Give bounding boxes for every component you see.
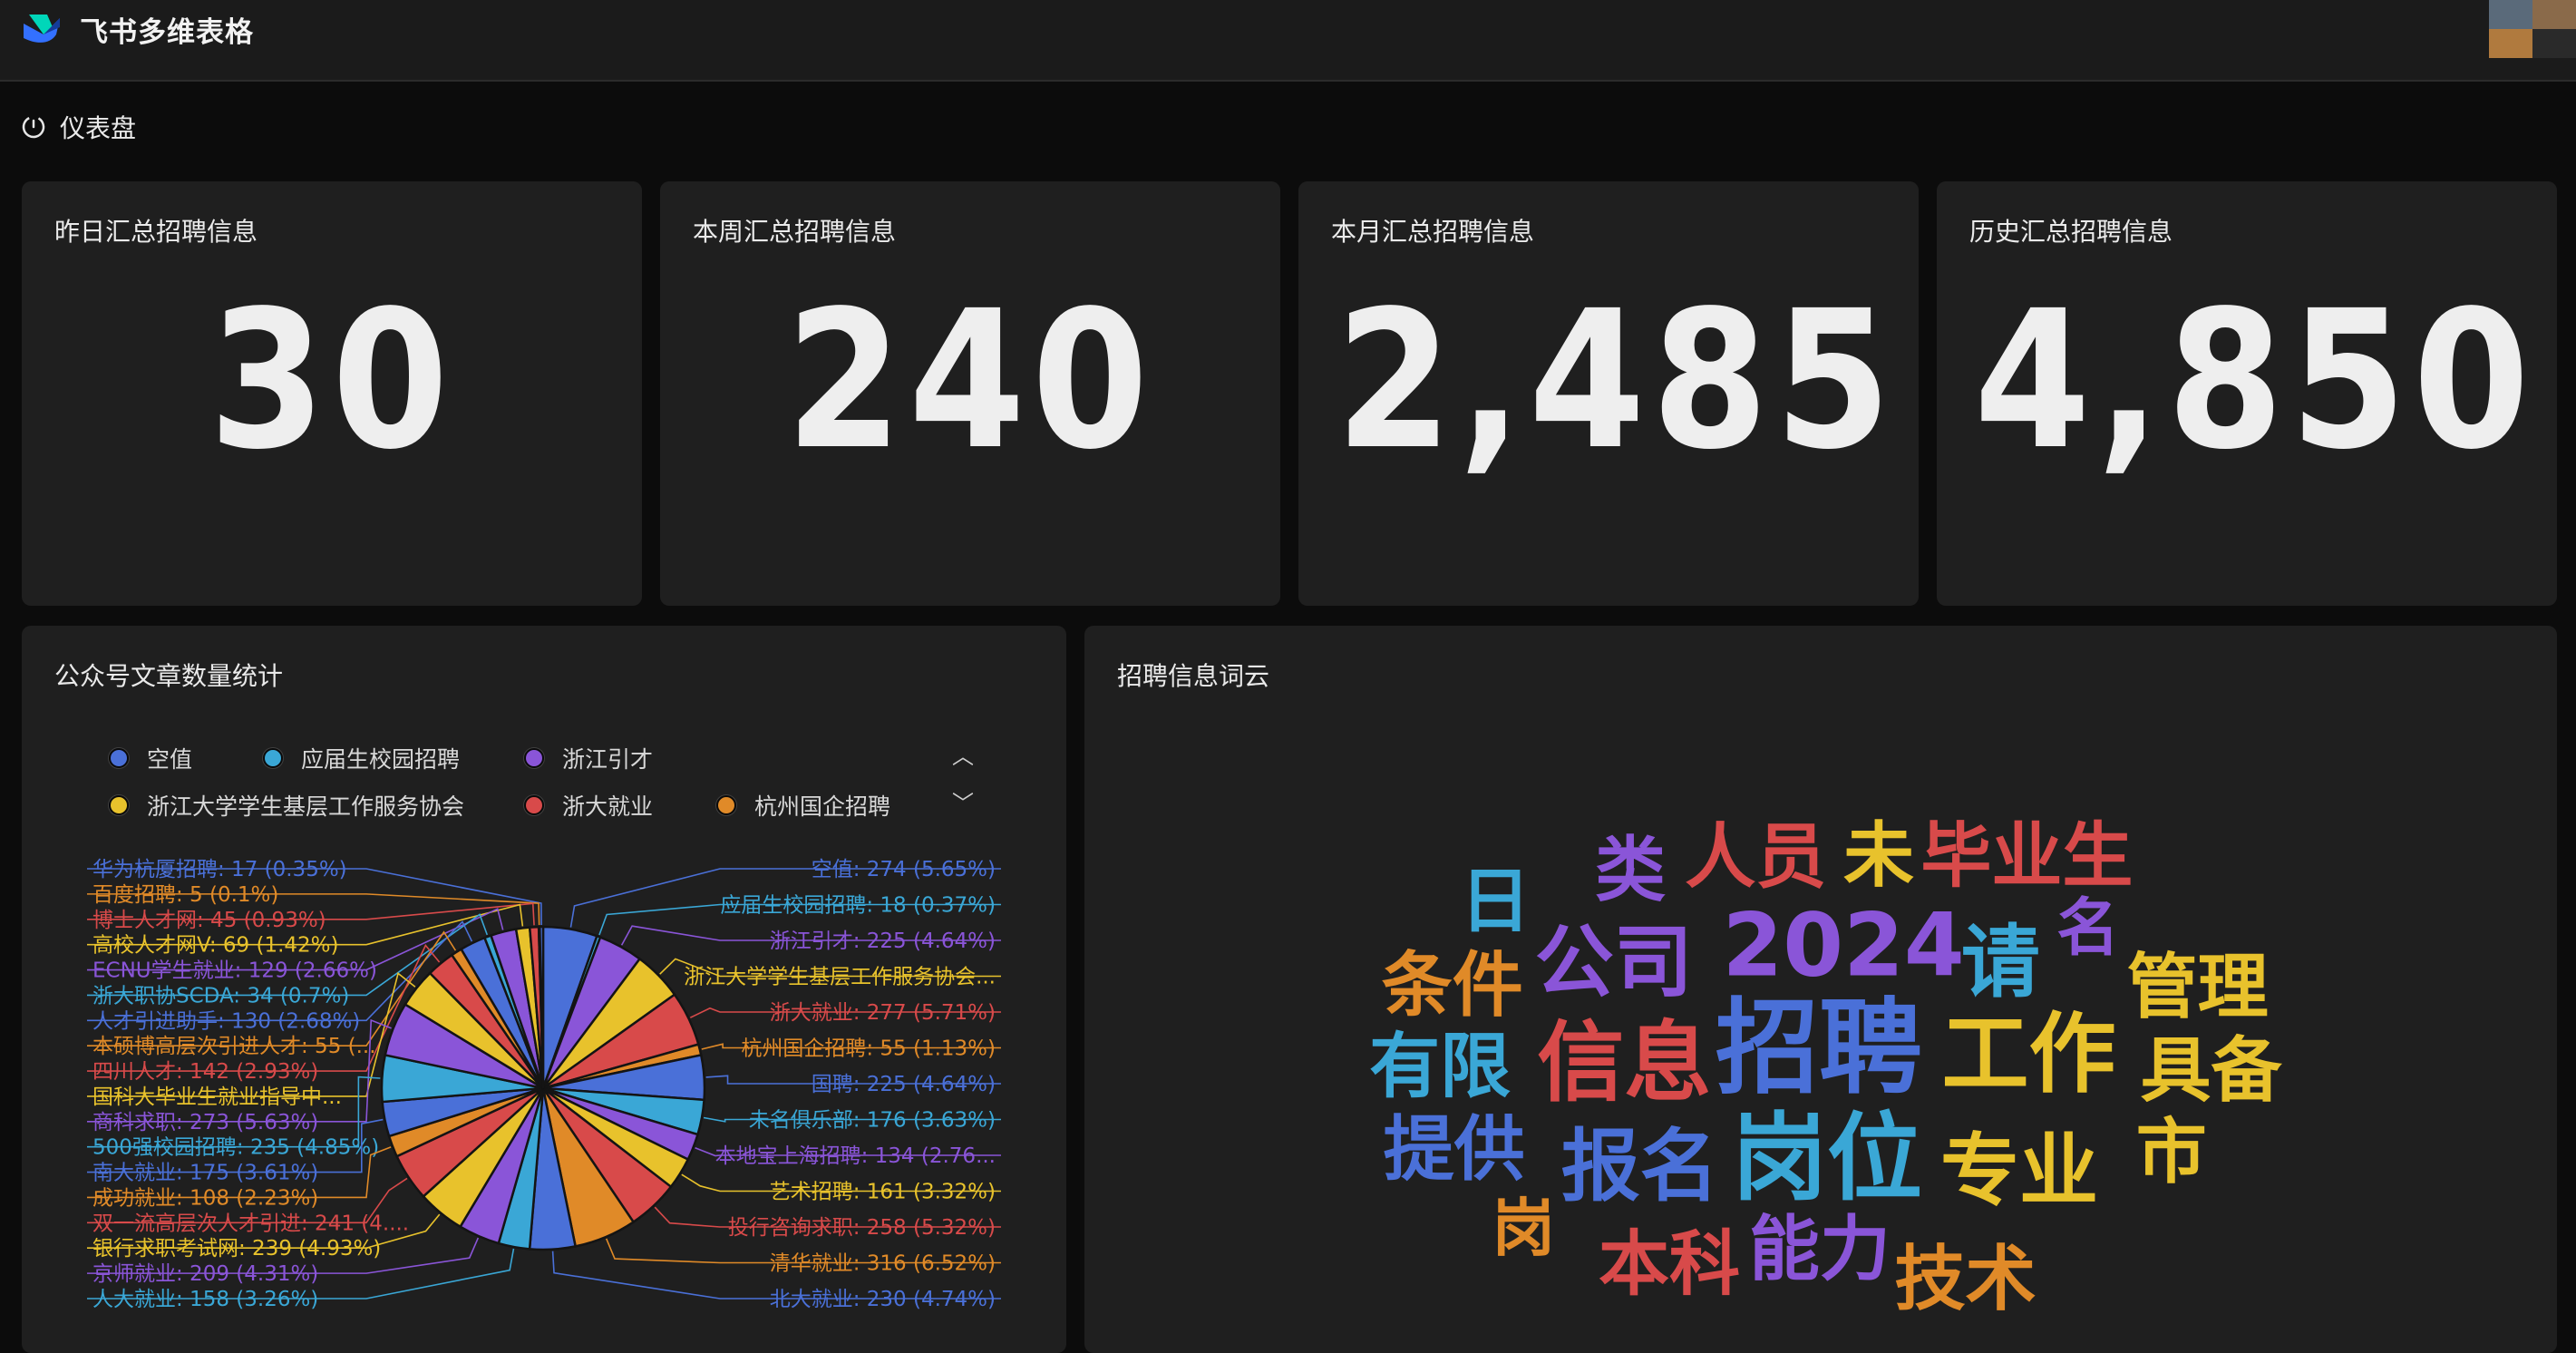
metric-value: 240	[785, 269, 1155, 492]
dashboard-gauge-icon	[22, 115, 45, 139]
pie-chart: 空值: 274 (5.65%) 应届生校园招聘: 18 (0.37%) 浙江引才: …	[87, 858, 1001, 1311]
pie-data-label: 应届生校园招聘: 18 (0.37%)	[720, 894, 996, 918]
metric-card-week[interactable]: 本周汇总招聘信息 240	[660, 181, 1280, 606]
pie-data-label: 浙大职协SCDA: 34 (0.7%)	[92, 984, 349, 1007]
pie-data-label: 本地宝上海招聘: 134 (2.76...	[715, 1144, 996, 1168]
pie-data-label: 百度招聘: 5 (0.1%)	[92, 883, 278, 907]
metric-label: 昨日汇总招聘信息	[54, 217, 258, 247]
word-cloud-word: 条件	[1382, 945, 1523, 1027]
word-cloud-word: 未	[1843, 815, 1914, 897]
word-cloud-word: 信息	[1537, 1012, 1711, 1114]
pie-data-label: 成功就业: 108 (2.23%)	[92, 1186, 318, 1210]
word-cloud-word: 类	[1595, 830, 1666, 911]
word-cloud-word: 日	[1460, 861, 1531, 943]
pie-data-label: 北大就业: 230 (4.74%)	[770, 1288, 996, 1311]
word-cloud-word: 本科	[1599, 1223, 1740, 1305]
pie-data-label: ECNU学生就业: 129 (2.66%)	[92, 959, 377, 983]
pie-data-label: 杭州国企招聘: 55 (1.13%)	[741, 1037, 996, 1061]
pie-data-label: 商科求职: 273 (5.63%)	[92, 1111, 318, 1134]
avatar[interactable]	[2489, 0, 2576, 58]
pie-data-label: 博士人才网: 45 (0.93%)	[92, 909, 326, 932]
word-cloud-word: 能力	[1749, 1209, 1891, 1290]
pie-data-label: 四川人才: 142 (2.93%)	[92, 1060, 318, 1084]
word-cloud-word: 招聘	[1716, 988, 1922, 1108]
word-cloud-word: 2024	[1722, 895, 1964, 997]
metric-value: 30	[209, 269, 455, 492]
app-title: 飞书多维表格	[80, 16, 254, 49]
pie-data-label: 高校人才网V: 69 (1.42%)	[92, 934, 339, 958]
pie-data-label: 双一流高层次人才引进: 241 (4....	[92, 1212, 409, 1235]
pie-data-label: 未名俱乐部: 176 (3.63%)	[749, 1109, 996, 1133]
word-cloud-word: 毕业生	[1920, 816, 2133, 898]
pie-data-label: 国聘: 225 (4.64%)	[812, 1073, 996, 1096]
pie-data-label: 艺术招聘: 161 (3.32%)	[770, 1181, 996, 1204]
metric-value: 4,850	[1974, 269, 2536, 492]
metric-label: 本周汇总招聘信息	[693, 217, 897, 247]
pie-data-label: 华为杭厦招聘: 17 (0.35%)	[92, 858, 347, 881]
pie-data-label: 国科大毕业生就业指导中...	[92, 1085, 342, 1109]
pie-data-label: 人大就业: 158 (3.26%)	[92, 1288, 318, 1311]
metric-label: 本月汇总招聘信息	[1331, 217, 1535, 247]
word-cloud-word: 工作	[1942, 1004, 2116, 1105]
metric-label: 历史汇总招聘信息	[1969, 217, 2173, 247]
word-cloud-word: 请	[1961, 916, 2040, 1008]
metric-card-yesterday[interactable]: 昨日汇总招聘信息 30	[22, 181, 642, 606]
pie-data-label: 空值: 274 (5.65%)	[812, 858, 996, 881]
top-bar: 飞书多维表格	[0, 0, 2576, 82]
metric-value: 2,485	[1336, 269, 1898, 492]
word-cloud-word: 人员	[1685, 817, 1826, 899]
pie-data-label: 浙大就业: 277 (5.71%)	[770, 1001, 996, 1025]
word-cloud-word: 具备	[2140, 1030, 2282, 1112]
pie-data-label: 清华就业: 316 (6.52%)	[770, 1252, 996, 1276]
word-cloud-word: 专业	[1940, 1124, 2098, 1217]
feishu-logo-icon	[24, 15, 60, 43]
pie-data-label: 本硕博高层次引进人才: 55 (...	[92, 1035, 376, 1058]
pie-data-label: 京师就业: 209 (4.31%)	[92, 1262, 318, 1286]
metric-card-month[interactable]: 本月汇总招聘信息 2,485	[1298, 181, 1919, 606]
pie-data-label: 浙江大学学生基层工作服务协会...	[684, 966, 996, 989]
word-cloud-word: 公司	[1535, 916, 1693, 1008]
metric-card-history[interactable]: 历史汇总招聘信息 4,850	[1937, 181, 2557, 606]
word-cloud-word: 市	[2136, 1112, 2207, 1193]
word-cloud-word: 有限	[1369, 1026, 1511, 1107]
pie-data-label: 投行咨询求职: 258 (5.32%)	[728, 1216, 996, 1240]
pie-data-label: 浙江引才: 225 (4.64%)	[770, 930, 996, 953]
word-cloud-word: 提供	[1384, 1109, 1525, 1191]
pie-data-label: 500强校园招聘: 235 (4.85%)	[92, 1136, 379, 1160]
word-cloud-word: 岗位	[1732, 1103, 1922, 1213]
word-cloud-word: 报名	[1561, 1120, 1719, 1212]
word-cloud-word: 名	[2056, 892, 2119, 965]
pie-data-label: 银行求职考试网: 239 (4.93%)	[92, 1237, 381, 1261]
word-cloud-word: 岗	[1492, 1192, 1555, 1265]
pie-data-label: 人才引进助手: 130 (2.68%)	[92, 1009, 360, 1033]
dashboard-title: 仪表盘	[60, 113, 137, 143]
dashboard-header: 仪表盘	[20, 109, 136, 145]
word-cloud-word: 管理	[2127, 947, 2269, 1028]
word-cloud-word: 技术	[1895, 1239, 2036, 1320]
word-cloud: 招聘岗位 2024信息 工作 公司报名 请专业 人员能力 有限 毕业生条件 管理具备本科 未 类提供…	[1369, 815, 2282, 1320]
pie-data-label: 南大就业: 175 (3.61%)	[92, 1162, 318, 1185]
